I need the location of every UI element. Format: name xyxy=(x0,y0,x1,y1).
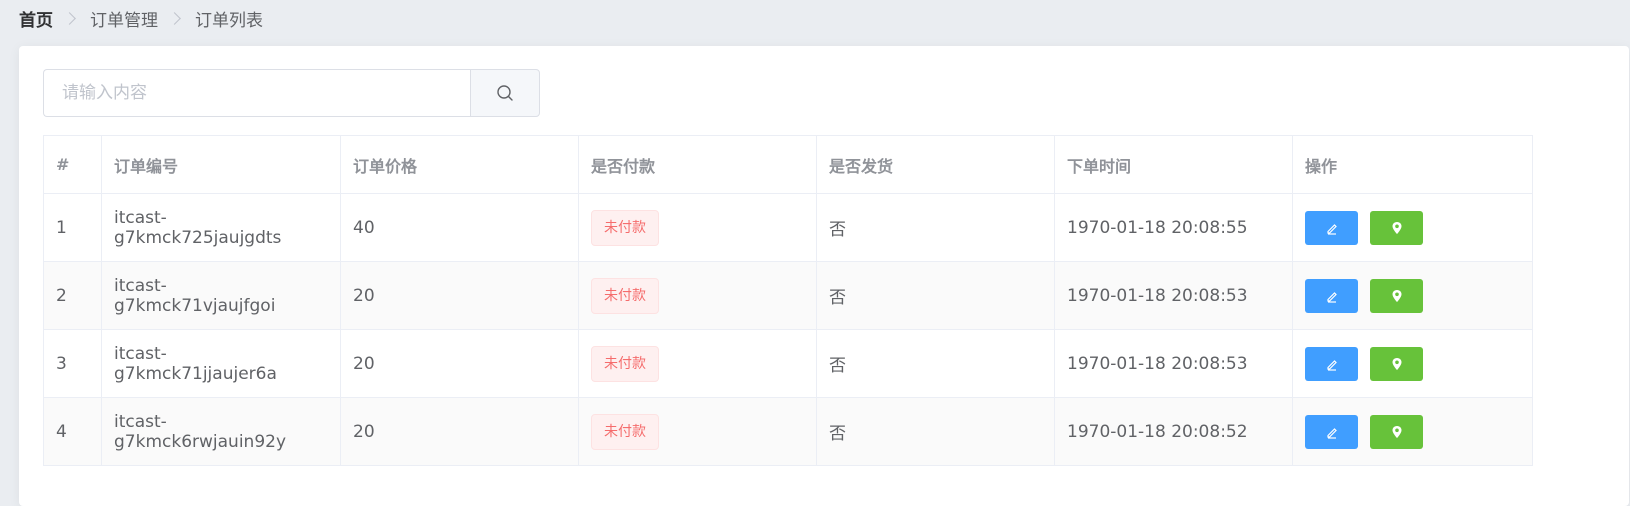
column-header: 是否付款 xyxy=(578,135,817,194)
cell-time: 1970-01-18 20:08:53 xyxy=(1054,261,1293,330)
edit-button[interactable] xyxy=(1305,346,1358,381)
location-icon xyxy=(1392,357,1401,370)
cell-index: 4 xyxy=(43,397,102,466)
breadcrumb-order-management: 订单管理 xyxy=(90,10,158,31)
cell-index: 2 xyxy=(43,261,102,330)
unpaid-tag: 未付款 xyxy=(591,277,659,314)
edit-button[interactable] xyxy=(1305,210,1358,245)
edit-button[interactable] xyxy=(1305,414,1358,449)
cell-actions xyxy=(1292,261,1533,330)
cell-shipped: 否 xyxy=(816,261,1055,330)
column-header: # xyxy=(43,135,102,194)
location-button[interactable] xyxy=(1370,210,1423,245)
cell-time: 1970-01-18 20:08:55 xyxy=(1054,193,1293,262)
cell-shipped: 否 xyxy=(816,329,1055,398)
column-header: 订单价格 xyxy=(340,135,579,194)
cell-paid: 未付款 xyxy=(578,193,817,262)
search-input[interactable] xyxy=(43,69,470,117)
column-header: 订单编号 xyxy=(101,135,341,194)
cell-paid: 未付款 xyxy=(578,397,817,466)
location-button[interactable] xyxy=(1370,346,1423,381)
cell-order-no: itcast-g7kmck71vjaujfgoi xyxy=(101,261,341,330)
cell-paid: 未付款 xyxy=(578,261,817,330)
cell-price: 20 xyxy=(340,261,579,330)
main-card: # 订单编号 订单价格 是否付款 是否发货 下单时间 操作 1 itcast-g… xyxy=(19,46,1629,506)
breadcrumb-order-list: 订单列表 xyxy=(195,10,263,31)
location-icon xyxy=(1392,425,1401,438)
cell-actions xyxy=(1292,329,1533,398)
cell-order-no: itcast-g7kmck725jaujgdts xyxy=(101,193,341,262)
chevron-right-icon xyxy=(168,11,181,25)
cell-paid: 未付款 xyxy=(578,329,817,398)
edit-icon xyxy=(1326,291,1337,303)
cell-order-no: itcast-g7kmck71jjaujer6a xyxy=(101,329,341,398)
unpaid-tag: 未付款 xyxy=(591,345,659,382)
table-row: 2 itcast-g7kmck71vjaujfgoi 20 未付款 否 1970… xyxy=(43,261,1533,330)
cell-shipped: 否 xyxy=(816,397,1055,466)
cell-index: 1 xyxy=(43,193,102,262)
location-icon xyxy=(1392,289,1401,302)
column-header: 操作 xyxy=(1292,135,1533,194)
table-row: 1 itcast-g7kmck725jaujgdts 40 未付款 否 1970… xyxy=(43,193,1533,262)
edit-icon xyxy=(1326,223,1337,235)
cell-actions xyxy=(1292,397,1533,466)
table-row: 3 itcast-g7kmck71jjaujer6a 20 未付款 否 1970… xyxy=(43,329,1533,398)
search-group xyxy=(43,69,540,117)
cell-price: 20 xyxy=(340,329,579,398)
cell-time: 1970-01-18 20:08:52 xyxy=(1054,397,1293,466)
edit-button[interactable] xyxy=(1305,278,1358,313)
edit-icon xyxy=(1326,427,1337,439)
cell-shipped: 否 xyxy=(816,193,1055,262)
column-header: 下单时间 xyxy=(1054,135,1293,194)
breadcrumb-home[interactable]: 首页 xyxy=(19,6,53,31)
table-header-row: # 订单编号 订单价格 是否付款 是否发货 下单时间 操作 xyxy=(43,135,1533,194)
column-header: 是否发货 xyxy=(816,135,1055,194)
cell-price: 20 xyxy=(340,397,579,466)
location-button[interactable] xyxy=(1370,278,1423,313)
cell-index: 3 xyxy=(43,329,102,398)
chevron-right-icon xyxy=(63,11,76,25)
cell-time: 1970-01-18 20:08:53 xyxy=(1054,329,1293,398)
table-row: 4 itcast-g7kmck6rwjauin92y 20 未付款 否 1970… xyxy=(43,397,1533,466)
unpaid-tag: 未付款 xyxy=(591,209,659,246)
location-button[interactable] xyxy=(1370,414,1423,449)
cell-actions xyxy=(1292,193,1533,262)
cell-price: 40 xyxy=(340,193,579,262)
search-button[interactable] xyxy=(470,69,540,117)
orders-table-wrapper: # 订单编号 订单价格 是否付款 是否发货 下单时间 操作 1 itcast-g… xyxy=(43,135,1533,466)
location-icon xyxy=(1392,221,1401,234)
edit-icon xyxy=(1326,359,1337,371)
search-icon xyxy=(497,85,513,101)
breadcrumb: 首页 订单管理 订单列表 xyxy=(19,5,263,31)
cell-order-no: itcast-g7kmck6rwjauin92y xyxy=(101,397,341,466)
unpaid-tag: 未付款 xyxy=(591,413,659,450)
orders-table: # 订单编号 订单价格 是否付款 是否发货 下单时间 操作 1 itcast-g… xyxy=(43,135,1533,466)
